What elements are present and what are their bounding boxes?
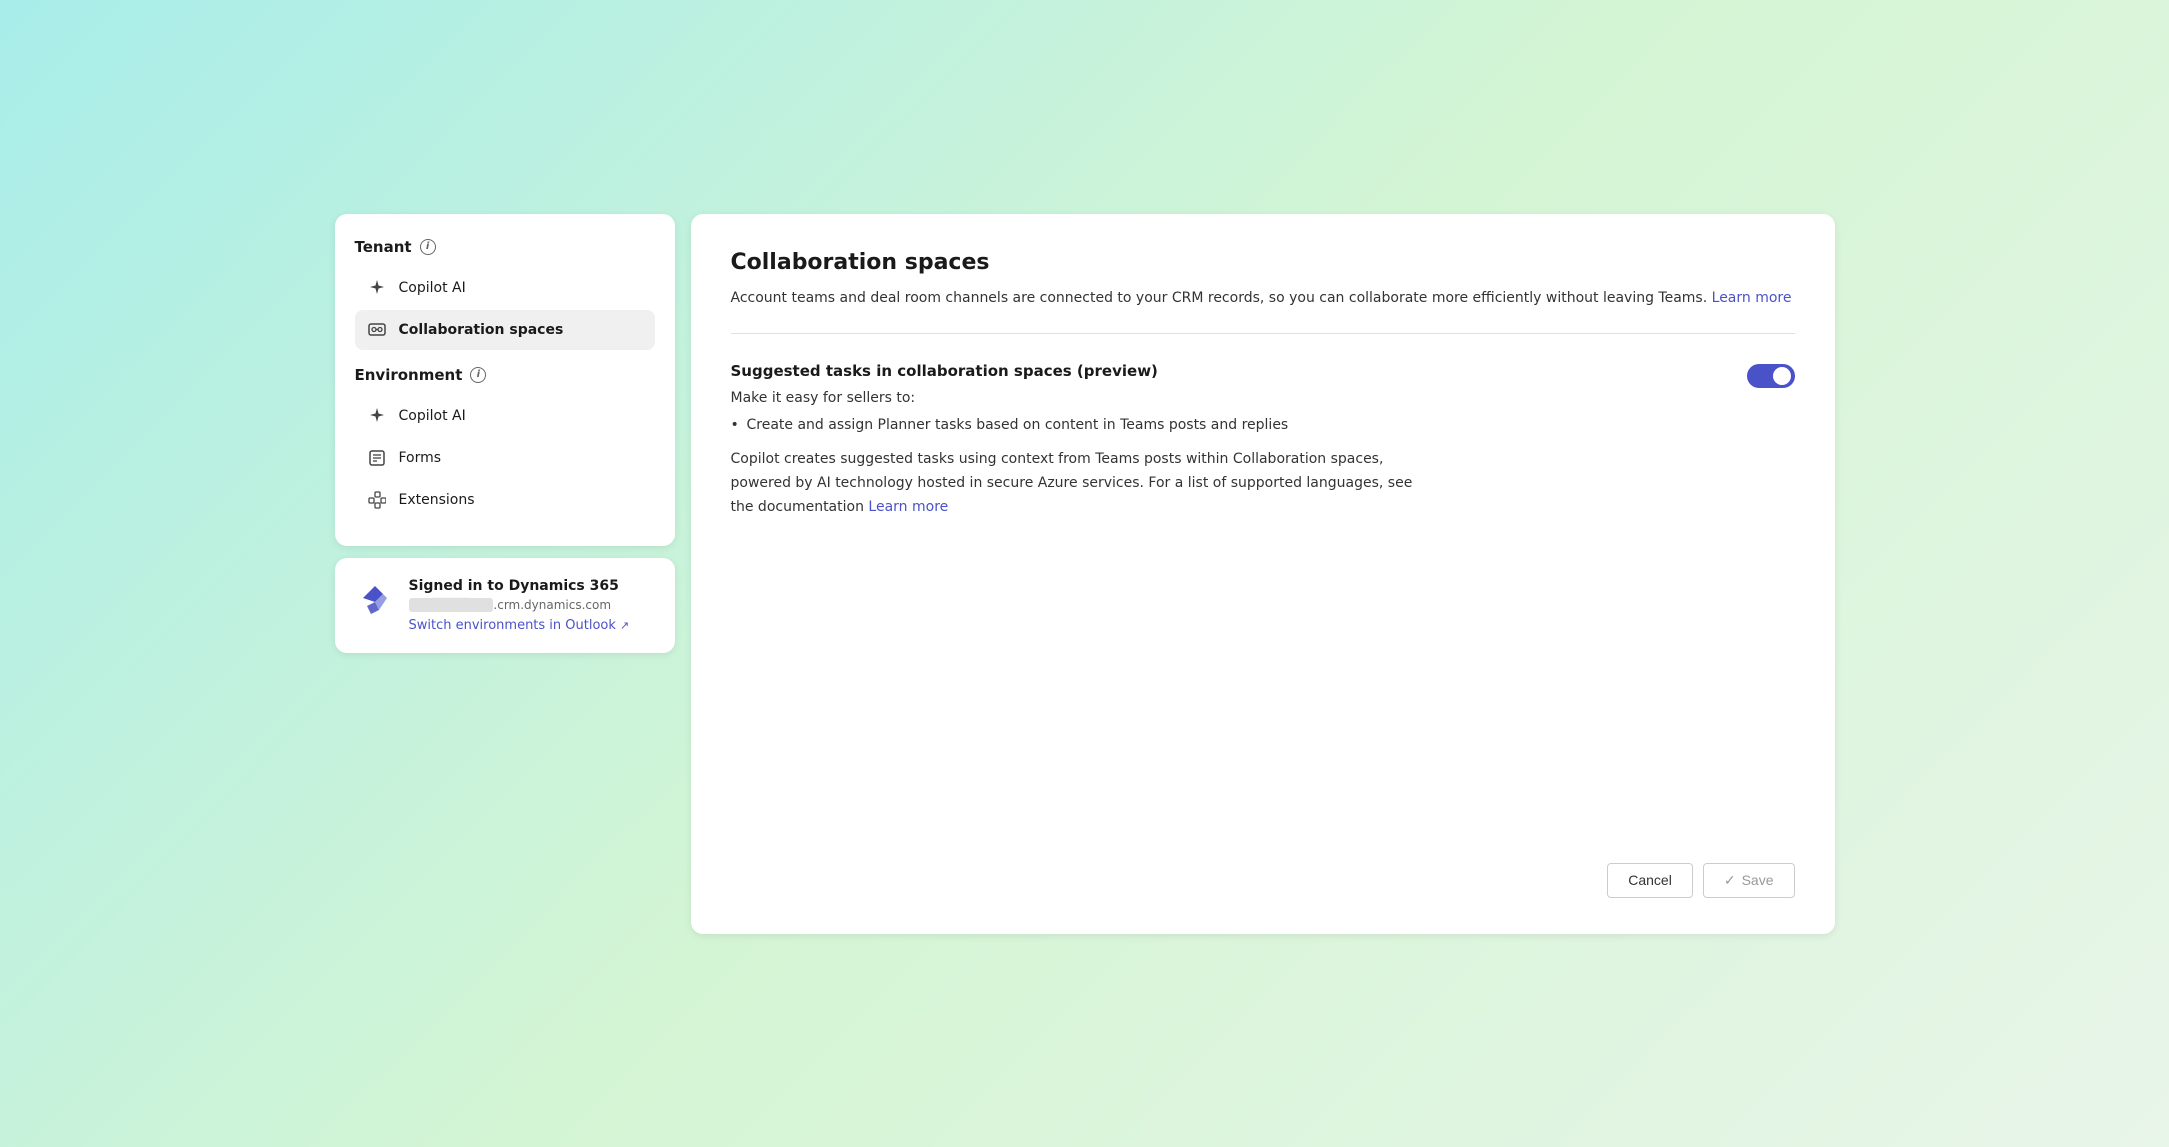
extensions-icon	[367, 490, 387, 510]
divider	[731, 333, 1795, 334]
switch-link-text: Switch environments in Outlook	[409, 618, 616, 633]
feature-list: Create and assign Planner tasks based on…	[731, 414, 1431, 436]
sidebar-item-copilot-ai-tenant[interactable]: Copilot AI	[355, 268, 655, 308]
feature-description-text: Copilot creates suggested tasks using co…	[731, 451, 1413, 515]
nav-card: Tenant i Copilot AI	[335, 214, 675, 546]
switch-environments-link[interactable]: Switch environments in Outlook ↗	[409, 618, 655, 633]
toggle-track	[1747, 364, 1795, 388]
tenant-label: Tenant	[355, 238, 412, 256]
page-description-text: Account teams and deal room channels are…	[731, 290, 1708, 306]
collaboration-icon	[367, 320, 387, 340]
save-button-label: Save	[1742, 872, 1774, 888]
signin-info: Signed in to Dynamics 365 ████.crm.dynam…	[409, 578, 655, 633]
tenant-section-header: Tenant i	[355, 238, 655, 256]
feature-description: Copilot creates suggested tasks using co…	[731, 448, 1431, 519]
forms-icon	[367, 448, 387, 468]
external-link-icon: ↗	[620, 619, 629, 632]
dynamics-logo-icon	[355, 578, 395, 618]
environment-info-icon[interactable]: i	[470, 367, 486, 383]
forms-label: Forms	[399, 450, 442, 466]
main-content: Collaboration spaces Account teams and d…	[691, 214, 1835, 934]
toggle-container	[1747, 364, 1795, 388]
environment-label: Environment	[355, 366, 463, 384]
learn-more-link-header[interactable]: Learn more	[1712, 290, 1792, 306]
sidebar-item-forms[interactable]: Forms	[355, 438, 655, 478]
sidebar-item-collaboration-spaces[interactable]: Collaboration spaces	[355, 310, 655, 350]
collaboration-spaces-label: Collaboration spaces	[399, 322, 564, 338]
signin-title: Signed in to Dynamics 365	[409, 578, 655, 594]
toggle-thumb	[1773, 367, 1791, 385]
feature-title: Suggested tasks in collaboration spaces …	[731, 362, 1431, 380]
feature-section: Suggested tasks in collaboration spaces …	[731, 362, 1795, 520]
footer-actions: Cancel ✓ Save	[1607, 863, 1794, 898]
signin-url: ████.crm.dynamics.com	[409, 598, 655, 612]
sparkle-icon	[367, 278, 387, 298]
feature-list-item: Create and assign Planner tasks based on…	[731, 414, 1431, 436]
sidebar-item-extensions[interactable]: Extensions	[355, 480, 655, 520]
copilot-ai-tenant-label: Copilot AI	[399, 280, 466, 296]
extensions-label: Extensions	[399, 492, 475, 508]
save-button[interactable]: ✓ Save	[1703, 863, 1795, 898]
learn-more-link-feature[interactable]: Learn more	[868, 499, 948, 515]
environment-section-header: Environment i	[355, 366, 655, 384]
cancel-button[interactable]: Cancel	[1607, 863, 1693, 898]
suggested-tasks-toggle[interactable]	[1747, 364, 1795, 388]
tenant-info-icon[interactable]: i	[420, 239, 436, 255]
sidebar-item-copilot-ai-env[interactable]: Copilot AI	[355, 396, 655, 436]
page-description: Account teams and deal room channels are…	[731, 287, 1795, 309]
copilot-ai-env-label: Copilot AI	[399, 408, 466, 424]
signin-card: Signed in to Dynamics 365 ████.crm.dynam…	[335, 558, 675, 653]
feature-subtitle: Make it easy for sellers to:	[731, 390, 1431, 406]
check-icon: ✓	[1724, 872, 1736, 889]
sparkle-icon-env	[367, 406, 387, 426]
page-title: Collaboration spaces	[731, 250, 1795, 275]
feature-content: Suggested tasks in collaboration spaces …	[731, 362, 1431, 520]
